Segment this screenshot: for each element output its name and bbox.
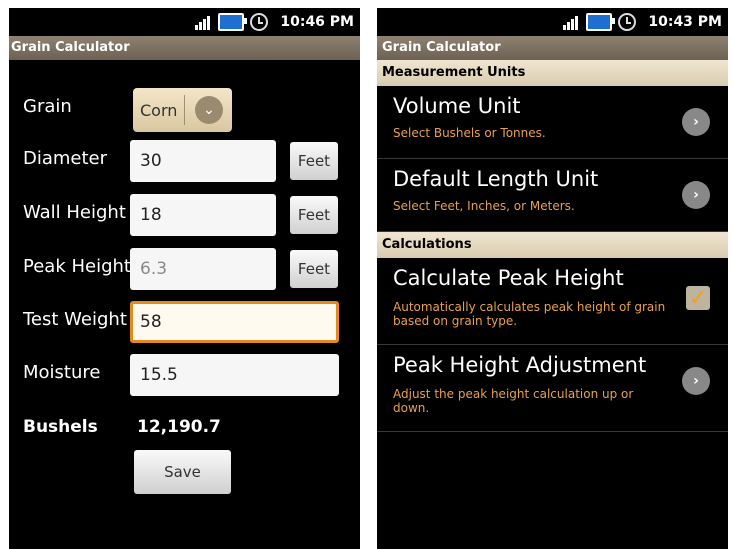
wall-height-row: Wall Height 18 Feet <box>9 190 360 240</box>
status-bar: 10:43 PM <box>377 8 728 36</box>
wall-height-input[interactable]: 18 <box>130 194 276 236</box>
wall-height-label: Wall Height <box>23 202 126 223</box>
grain-spinner[interactable]: Corn ⌄ <box>133 88 232 132</box>
alarm-icon <box>250 13 269 31</box>
app-title: Grain Calculator <box>9 36 360 60</box>
chevron-down-icon: ⌄ <box>195 96 223 124</box>
calculator-screen: 10:46 PM Grain Calculator Grain Corn ⌄ D… <box>9 8 360 549</box>
section-header-measurement-units: Measurement Units <box>377 60 728 86</box>
app-title: Grain Calculator <box>377 36 728 60</box>
moisture-input[interactable]: 15.5 <box>130 354 339 396</box>
pref-peak-height-adjustment[interactable]: Peak Height Adjustment Adjust the peak h… <box>377 345 728 432</box>
peak-height-unit-button[interactable]: Feet <box>290 250 338 288</box>
pref-title: Default Length Unit <box>393 167 599 191</box>
chevron-right-icon: › <box>682 181 710 209</box>
test-weight-label: Test Weight <box>23 309 127 330</box>
pref-volume-unit[interactable]: Volume Unit Select Bushels or Tonnes. › <box>377 86 728 159</box>
signal-icon <box>195 14 211 30</box>
peak-height-input[interactable]: 6.3 <box>130 248 276 290</box>
diameter-unit-button[interactable]: Feet <box>290 142 338 180</box>
moisture-label: Moisture <box>23 362 101 383</box>
bushels-label: Bushels <box>23 417 98 437</box>
status-time: 10:43 PM <box>648 14 722 30</box>
pref-summary: Select Bushels or Tonnes. <box>393 126 546 140</box>
checkbox-checked-icon[interactable]: ✓ <box>686 286 710 311</box>
pref-calculate-peak-height[interactable]: Calculate Peak Height Automatically calc… <box>377 258 728 345</box>
diameter-row: Diameter 30 Feet <box>9 136 360 186</box>
status-bar: 10:46 PM <box>9 8 360 36</box>
diameter-label: Diameter <box>23 148 108 169</box>
signal-icon <box>563 14 579 30</box>
settings-screen: 10:43 PM Grain Calculator Measurement Un… <box>377 8 728 549</box>
moisture-row: Moisture 15.5 <box>9 350 360 400</box>
bushels-value: 12,190.7 <box>137 417 221 437</box>
peak-height-row: Peak Height 6.3 Feet <box>9 244 360 294</box>
status-time: 10:46 PM <box>280 14 354 30</box>
battery-icon <box>586 13 616 31</box>
grain-value: Corn <box>140 100 178 120</box>
grain-label: Grain <box>23 96 72 117</box>
spinner-divider <box>184 95 185 125</box>
pref-summary: Automatically calculates peak height of … <box>393 300 666 328</box>
test-weight-input[interactable]: 58 <box>130 301 339 343</box>
grain-row: Grain Corn ⌄ <box>9 84 360 134</box>
battery-icon <box>218 13 248 31</box>
section-header-calculations: Calculations <box>377 232 728 258</box>
pref-title: Calculate Peak Height <box>393 266 624 290</box>
alarm-icon <box>618 13 637 31</box>
pref-title: Peak Height Adjustment <box>393 353 647 377</box>
chevron-right-icon: › <box>682 367 710 395</box>
save-button[interactable]: Save <box>134 450 231 494</box>
pref-default-length-unit[interactable]: Default Length Unit Select Feet, Inches,… <box>377 159 728 232</box>
test-weight-row: Test Weight 58 <box>9 297 360 347</box>
diameter-input[interactable]: 30 <box>130 140 276 182</box>
wall-height-unit-button[interactable]: Feet <box>290 196 338 234</box>
chevron-right-icon: › <box>682 108 710 136</box>
pref-title: Volume Unit <box>393 94 521 118</box>
pref-summary: Select Feet, Inches, or Meters. <box>393 199 575 213</box>
pref-summary: Adjust the peak height calculation up or… <box>393 387 634 415</box>
peak-height-label: Peak Height <box>23 256 131 277</box>
